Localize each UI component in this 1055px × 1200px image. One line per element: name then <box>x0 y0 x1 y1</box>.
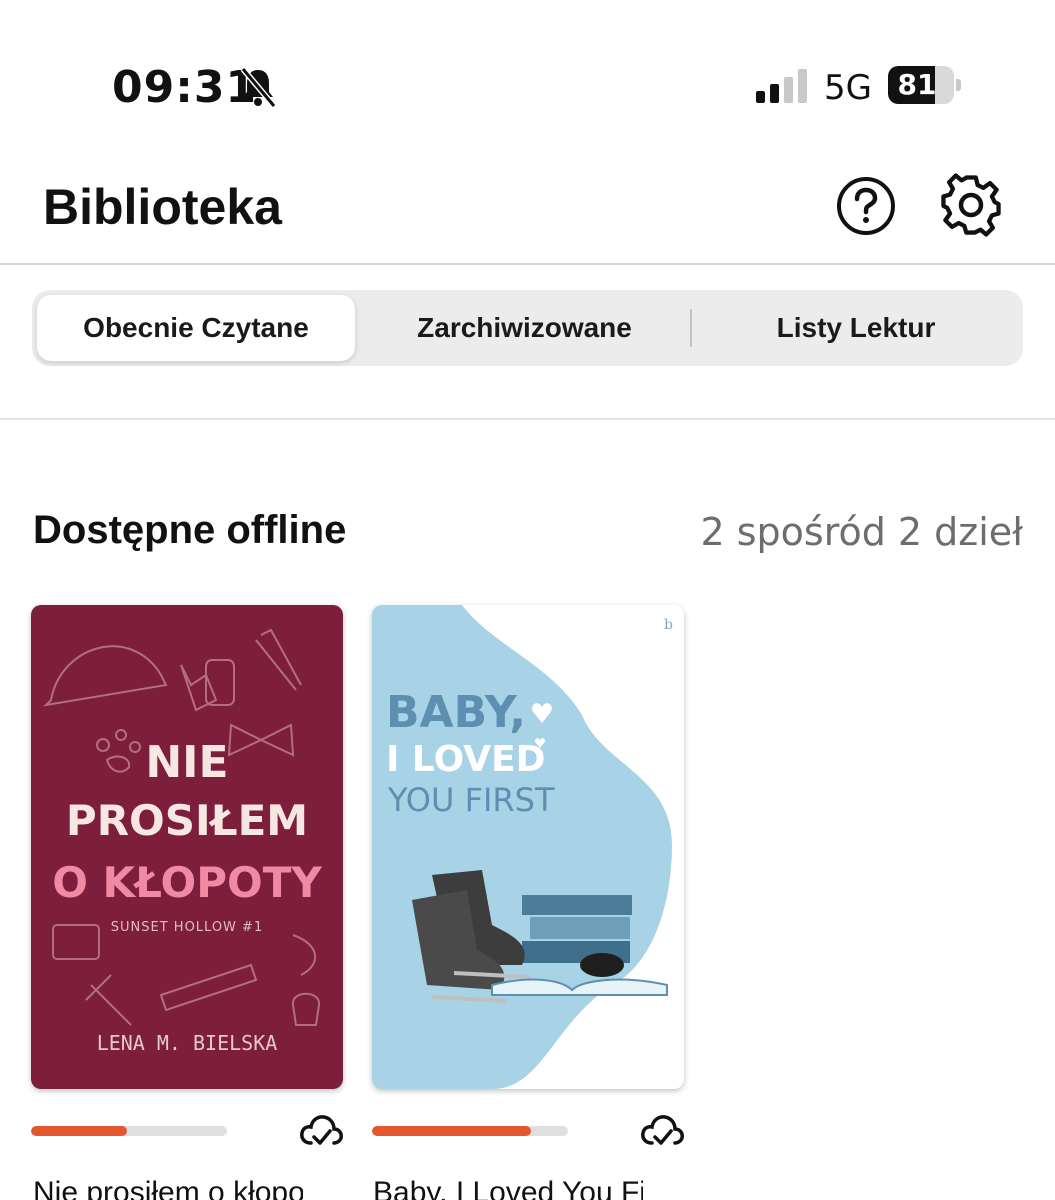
book-title[interactable]: Baby, I Loved You Fir <box>373 1176 643 1200</box>
tab-currently-reading[interactable]: Obecnie Czytane <box>37 295 355 361</box>
cover-author: KATHY_S <box>586 1041 642 1052</box>
page-title: Biblioteka <box>43 179 282 235</box>
battery-icon: 81 <box>888 66 962 104</box>
reading-progress-fill <box>372 1126 531 1136</box>
cover-line-2: I LOVED <box>386 739 546 780</box>
publisher-logo: b <box>664 617 673 633</box>
cover-line-1: BABY, <box>386 687 526 738</box>
reading-progress-bar <box>31 1126 227 1136</box>
signal-icon <box>756 69 807 103</box>
book-cover[interactable]: NIE PROSIŁEM O KŁOPOTY SUNSET HOLLOW #1 … <box>31 605 343 1089</box>
bell-muted-icon <box>240 67 277 108</box>
battery-level: 81 <box>897 68 937 101</box>
book-title[interactable]: Nie prosiłem o kłopo <box>33 1176 303 1200</box>
cover-line-3: O KŁOPOTY <box>52 858 322 907</box>
cover-author: LENA M. BIELSKA <box>97 1031 278 1055</box>
library-tabs: Obecnie Czytane Zarchiwizowane Listy Lek… <box>32 290 1023 366</box>
gear-icon[interactable] <box>938 172 1004 238</box>
help-icon[interactable] <box>836 176 896 236</box>
section-count: 2 spośród 2 dzieł <box>700 510 1023 554</box>
cover-line-1: NIE <box>145 737 228 788</box>
cloud-check-icon <box>641 1115 684 1145</box>
tab-reading-lists[interactable]: Listy Lektur <box>694 295 1018 361</box>
book-cover[interactable]: b BABY, I LOVED YOU FIRST KATHY_S <box>372 605 684 1089</box>
tabs-divider <box>0 418 1055 420</box>
header-divider <box>0 263 1055 265</box>
reading-progress-bar <box>372 1126 568 1136</box>
reading-progress-fill <box>31 1126 128 1136</box>
cover-line-3: YOU FIRST <box>387 781 555 819</box>
tab-archived[interactable]: Zarchiwizowane <box>362 295 687 361</box>
cover-line-2: PROSIŁEM <box>66 796 308 845</box>
status-bar: 09:31 5G 81 <box>0 0 1055 150</box>
status-time: 09:31 <box>112 62 258 113</box>
section-title: Dostępne offline <box>33 508 347 552</box>
cover-series: SUNSET HOLLOW #1 <box>111 920 263 935</box>
tab-separator <box>690 309 692 347</box>
network-type: 5G <box>824 68 872 108</box>
cloud-check-icon <box>300 1115 343 1145</box>
